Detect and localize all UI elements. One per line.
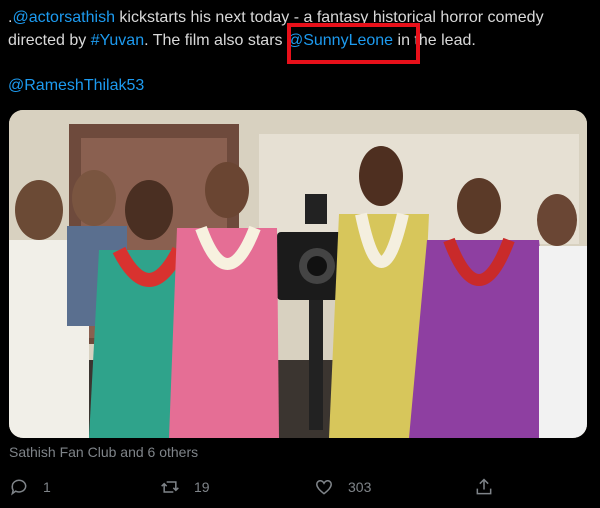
social-context[interactable]: Sathish Fan Club and 6 others: [9, 444, 198, 460]
mention-line: @RameshThilak53: [8, 75, 144, 97]
share-icon: [476, 478, 492, 495]
red-highlight-box: [287, 23, 420, 64]
tweet-actions: 1 19 303: [0, 470, 600, 504]
retweet-icon: [161, 481, 179, 493]
reply-count: 1: [43, 479, 51, 495]
group-photo-image: [9, 110, 587, 438]
retweet-count: 19: [194, 479, 210, 495]
mention-rameshthilak[interactable]: @RameshThilak53: [8, 77, 144, 94]
like-button[interactable]: 303: [314, 470, 371, 504]
share-button[interactable]: [474, 470, 494, 504]
heart-icon: [315, 480, 333, 495]
reply-icon: [11, 479, 27, 496]
retweet-button[interactable]: 19: [160, 470, 210, 504]
tweet-photo[interactable]: [9, 110, 587, 438]
reply-button[interactable]: 1: [9, 470, 51, 504]
hashtag-yuvan[interactable]: #Yuvan: [91, 32, 144, 49]
text-segment-2: . The film also stars: [144, 32, 287, 49]
mention-actorsathish[interactable]: @actorsathish: [12, 9, 115, 26]
like-count: 303: [348, 479, 372, 495]
